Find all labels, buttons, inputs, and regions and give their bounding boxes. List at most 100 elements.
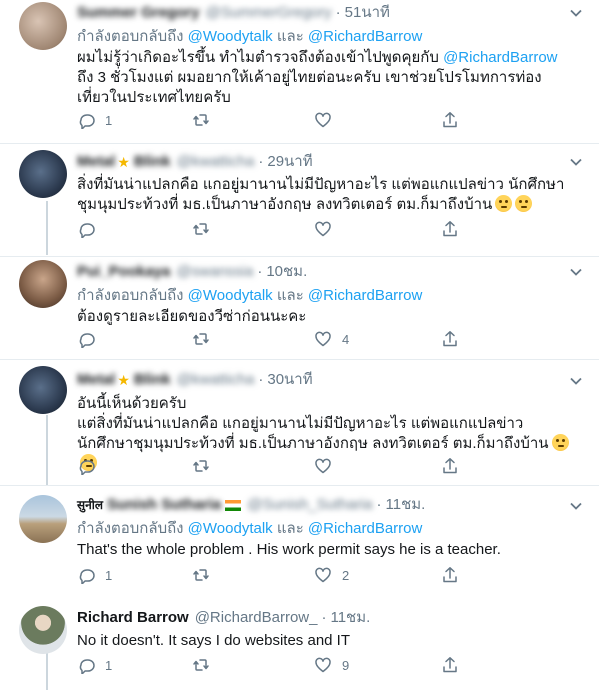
star-icon: ★ [117,154,130,170]
chevron-down-icon[interactable] [569,155,583,169]
share-button[interactable] [441,330,459,348]
timestamp[interactable]: 30นาที [267,370,312,390]
author-handle[interactable]: @RichardBarrow_ [195,608,318,628]
mention-link[interactable]: @RichardBarrow [308,28,422,45]
like-icon [315,112,331,128]
retweet-button[interactable] [192,457,220,475]
timestamp[interactable]: 11ชม. [386,495,426,515]
author-name-suffix[interactable]: Blink [134,152,171,172]
mention-link[interactable]: @Woodytalk [188,520,273,537]
reply-button[interactable]: 1 [77,566,112,584]
mention-link[interactable]: @Woodytalk [188,287,273,304]
retweet-button[interactable] [192,566,220,584]
tweet-2[interactable]: Metal ★ Blink @kwatticha · 29นาที สิ่งที… [0,144,599,256]
reply-button[interactable] [77,330,105,348]
author-handle[interactable]: @SummerGregory [206,3,332,23]
retweet-icon [193,333,209,345]
timestamp[interactable]: 29นาที [267,152,312,172]
tweet-actions [77,457,477,479]
author-name[interactable]: Metal [77,152,115,172]
retweet-icon [193,114,209,126]
author-name[interactable]: Summer Gregory [77,3,200,23]
reply-button[interactable] [77,220,105,238]
share-button[interactable] [441,566,459,584]
replying-label: กำลังตอบกลับถึง [77,287,184,304]
india-flag-icon [225,499,242,511]
replying-label: กำลังตอบกลับถึง [77,28,184,45]
avatar[interactable] [19,260,67,308]
like-button[interactable] [314,457,342,475]
likes-count: 4 [342,331,350,347]
share-icon [443,458,457,474]
retweet-button[interactable] [192,330,220,348]
chevron-down-icon[interactable] [569,374,583,388]
mention-link[interactable]: @Woodytalk [188,28,273,45]
like-button[interactable] [314,111,342,129]
like-button[interactable]: 9 [314,656,349,674]
tweet-text-part: ผมไม่รู้ว่าเกิดอะไรขึ้น ทำไมตำรวจถึงต้อง… [77,49,444,66]
avatar[interactable] [19,606,67,654]
chevron-down-icon[interactable] [569,6,583,20]
retweet-button[interactable] [192,111,220,129]
mention-link[interactable]: @RichardBarrow [308,520,422,537]
author-name[interactable]: Pui_Pookaya [77,262,170,282]
tweet-3[interactable]: Pui_Pookaya @swanssia · 10ชม. กำลังตอบกล… [0,256,599,360]
share-button[interactable] [441,457,459,475]
retweet-button[interactable] [192,220,220,238]
like-button[interactable] [314,220,342,238]
like-button[interactable]: 2 [314,566,349,584]
author-name[interactable]: Richard Barrow [77,608,189,628]
avatar[interactable] [19,150,67,198]
likes-count: 9 [342,657,350,673]
avatar[interactable] [19,2,67,50]
author-handle[interactable]: @kwatticha [177,152,255,172]
replying-to: กำลังตอบกลับถึง @Woodytalk และ @RichardB… [77,27,569,47]
separator: · [376,496,382,513]
avatar[interactable] [19,495,67,543]
share-icon [443,112,457,128]
share-button[interactable] [441,220,459,238]
thinking-face-emoji [515,195,533,212]
timestamp[interactable]: 11ชม. [330,608,370,628]
tweet-text: ต้องดูรายละเอียดของวีซ่าก่อนนะคะ [77,308,307,325]
avatar[interactable] [19,366,67,414]
timestamp[interactable]: 10ชม. [266,262,307,282]
retweet-button[interactable] [192,656,220,674]
chevron-down-icon[interactable] [569,265,583,279]
replies-count: 1 [105,112,113,128]
tweet-4[interactable]: Metal ★ Blink @kwatticha · 30นาที อันนี้… [0,360,599,486]
timestamp[interactable]: 51นาที [345,3,390,23]
share-button[interactable] [441,111,459,129]
replying-label: กำลังตอบกลับถึง [77,520,184,537]
tweet-6[interactable]: Richard Barrow @RichardBarrow_ · 11ชม. N… [0,598,599,690]
like-button[interactable]: 4 [314,330,349,348]
reply-button[interactable]: 1 [77,656,112,674]
and-label: และ [276,28,304,45]
reply-button[interactable]: 1 [77,111,112,129]
mention-link[interactable]: @RichardBarrow [308,287,422,304]
separator: · [258,371,264,388]
mention-link[interactable]: @RichardBarrow [443,49,557,66]
separator: · [321,609,327,626]
tweet-actions: 4 [77,330,477,352]
tweet-1[interactable]: Summer Gregory @SummerGregory · 51นาที ก… [0,0,599,144]
author-name[interactable]: Metal [77,370,115,390]
and-label: และ [276,520,304,537]
tweet-text-part: ถึง 3 ชั่วโมงแต่ ผมอยากให้เค้าอยู่ไทยต่อ… [77,69,542,106]
tweet-5[interactable]: सुनील Sunish Sutharia @Sunish_Sutharia ·… [0,486,599,598]
author-name-suffix[interactable]: Blink [134,370,171,390]
author-handle[interactable]: @kwatticha [177,370,255,390]
reply-icon [79,223,95,238]
replying-to: กำลังตอบกลับถึง @Woodytalk และ @RichardB… [77,519,569,539]
author-name-prefix[interactable]: सुनील [77,495,103,515]
share-icon [443,657,457,673]
retweet-icon [193,659,209,671]
reply-button[interactable] [77,457,105,475]
chevron-down-icon[interactable] [569,499,583,513]
author-handle[interactable]: @Sunish_Sutharia [247,495,372,515]
author-handle[interactable]: @swanssia [176,262,253,282]
share-button[interactable] [441,656,459,674]
tweet-actions: 1 [77,111,477,133]
author-name[interactable]: Sunish Sutharia [107,495,221,515]
like-icon [315,567,331,583]
